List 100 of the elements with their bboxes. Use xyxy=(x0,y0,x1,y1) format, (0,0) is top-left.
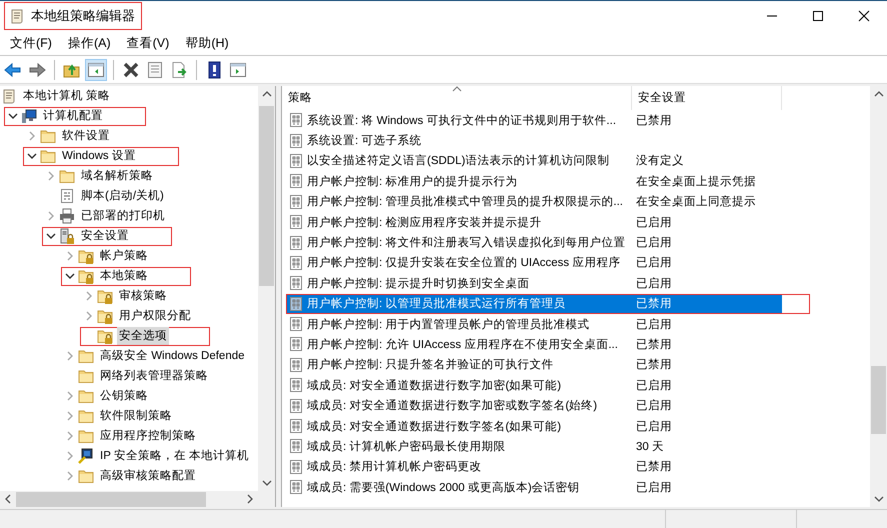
back-arrow-icon xyxy=(4,60,22,78)
policy-icon xyxy=(288,194,304,210)
tree-item[interactable]: 计算机配置 xyxy=(41,107,105,125)
locked-folder-icon xyxy=(97,288,113,304)
policy-icon xyxy=(288,458,304,475)
tree-item[interactable]: IP 安全策略，在 本地计算机 xyxy=(98,447,252,465)
policy-cell[interactable]: 用户帐户控制: 用于内置管理员帐户的管理员批准模式 xyxy=(286,314,632,334)
vertical-scrollbar[interactable] xyxy=(870,86,887,507)
tree-item[interactable]: 已部署的打印机 xyxy=(79,207,167,225)
pane-icon xyxy=(229,60,247,78)
collapse-chevron-icon[interactable] xyxy=(46,231,56,241)
expand-chevron-icon[interactable] xyxy=(65,431,75,441)
expand-chevron-icon[interactable] xyxy=(84,311,94,321)
policy-name: 域成员: 对安全通道数据进行数字加密(如果可能) xyxy=(307,378,562,393)
tree-item[interactable]: 网络列表管理器策略 xyxy=(98,367,210,385)
expand-chevron-icon[interactable] xyxy=(46,171,56,181)
tree-item[interactable]: 公钥策略 xyxy=(98,387,150,405)
policy-cell[interactable]: 域成员: 对安全通道数据进行数字加密(如果可能) xyxy=(286,376,632,395)
expand-chevron-icon[interactable] xyxy=(65,411,75,421)
folder-icon xyxy=(78,468,94,484)
setting-cell-text: 已启用 xyxy=(635,480,673,496)
tree-item[interactable]: 本地计算机 策略 xyxy=(21,87,112,105)
monitor-key-icon xyxy=(78,448,94,464)
tree-item[interactable]: 软件设置 xyxy=(60,127,112,145)
policy-cell[interactable]: 域成员: 禁用计算机帐户密码更改 xyxy=(286,457,632,476)
pane-toggle-icon xyxy=(87,60,105,78)
folder-icon xyxy=(78,408,94,424)
tree-item[interactable]: 安全设置 xyxy=(79,227,131,245)
policy-cell[interactable]: 用户帐户控制: 只提升签名并验证的可执行文件 xyxy=(286,355,632,374)
policy-cell[interactable]: 用户帐户控制: 仅提升安装在安全位置的 UIAccess 应用程序 xyxy=(286,253,632,272)
collapse-chevron-icon[interactable] xyxy=(27,151,37,161)
policy-cell[interactable]: 用户帐户控制: 允许 UIAccess 应用程序在不使用安全桌面... xyxy=(286,334,632,354)
scroll-icon xyxy=(1,88,17,104)
policy-name: 域成员: 计算机帐户密码最长使用期限 xyxy=(307,439,506,454)
policy-cell[interactable]: 系统设置: 可选子系统 xyxy=(286,131,632,150)
scroll-icon xyxy=(9,8,25,24)
setting-cell-text: 已启用 xyxy=(635,378,673,394)
policy-name: 用户帐户控制: 将文件和注册表写入错误虚拟化到每用户位置 xyxy=(307,235,626,250)
policy-icon xyxy=(288,152,304,169)
menu-item[interactable]: 帮助(H) xyxy=(177,34,237,52)
expand-chevron-icon[interactable] xyxy=(27,131,37,141)
tree-item[interactable]: 本地策略 xyxy=(98,267,150,285)
expand-chevron-icon[interactable] xyxy=(65,391,75,401)
menu-item[interactable]: 查看(V) xyxy=(118,34,178,52)
policy-icon xyxy=(288,234,304,251)
setting-cell-text: 已禁用 xyxy=(635,358,673,374)
policy-cell[interactable]: 用户帐户控制: 标准用户的提升提示行为 xyxy=(286,172,632,191)
tree-item[interactable]: 脚本(启动/关机) xyxy=(79,187,166,205)
policy-name: 域成员: 需要强(Windows 2000 或更高版本)会话密钥 xyxy=(307,480,580,495)
policy-cell[interactable]: 用户帐户控制: 以管理员批准模式运行所有管理员 xyxy=(286,294,632,314)
policy-name: 用户帐户控制: 提示提升时切换到安全桌面 xyxy=(307,276,530,291)
tree-item[interactable]: 高级安全 Windows Defende xyxy=(98,347,247,365)
expand-chevron-icon[interactable] xyxy=(65,471,75,481)
policy-cell[interactable]: 以安全描述符定义语言(SDDL)语法表示的计算机访问限制 xyxy=(286,151,632,170)
policy-icon xyxy=(288,112,304,128)
policy-name: 用户帐户控制: 仅提升安装在安全位置的 UIAccess 应用程序 xyxy=(307,255,620,270)
collapse-chevron-icon[interactable] xyxy=(8,111,18,121)
locked-folder-icon xyxy=(78,248,94,264)
tree-item[interactable]: 用户权限分配 xyxy=(117,307,193,325)
policy-cell[interactable]: 用户帐户控制: 检测应用程序安装并提示提升 xyxy=(286,212,632,232)
tree-item[interactable]: 安全选项 xyxy=(117,327,169,345)
policy-cell[interactable]: 用户帐户控制: 将文件和注册表写入错误虚拟化到每用户位置 xyxy=(286,233,632,252)
policy-name: 域成员: 对安全通道数据进行数字签名(如果可能) xyxy=(307,419,562,434)
policy-cell[interactable]: 域成员: 对安全通道数据进行数字签名(如果可能) xyxy=(286,416,632,436)
policy-icon xyxy=(288,296,304,312)
collapse-chevron-icon[interactable] xyxy=(65,271,75,281)
tree-item[interactable]: 帐户策略 xyxy=(98,247,150,265)
expand-chevron-icon[interactable] xyxy=(65,351,75,361)
export-list-icon xyxy=(170,60,188,78)
policy-name: 用户帐户控制: 标准用户的提升提示行为 xyxy=(307,174,518,189)
tree-item[interactable]: 域名解析策略 xyxy=(79,167,155,185)
tree-item[interactable]: 高级审核策略配置 xyxy=(98,467,198,485)
expand-chevron-icon[interactable] xyxy=(46,211,56,221)
setting-cell-text: 已禁用 xyxy=(635,338,673,353)
policy-cell[interactable]: 域成员: 计算机帐户密码最长使用期限 xyxy=(286,436,632,456)
expand-chevron-icon[interactable] xyxy=(84,291,94,301)
policy-cell[interactable]: 用户帐户控制: 管理员批准模式中管理员的提升权限提示的... xyxy=(286,192,632,212)
scroll-thumb[interactable] xyxy=(16,492,206,506)
expand-chevron-icon[interactable] xyxy=(65,251,75,261)
policy-name: 用户帐户控制: 只提升签名并验证的可执行文件 xyxy=(307,357,554,372)
menu-item[interactable]: 文件(F) xyxy=(2,34,60,52)
folder-icon xyxy=(78,348,94,364)
locked-folder-icon xyxy=(78,268,94,284)
policy-cell[interactable]: 用户帐户控制: 提示提升时切换到安全桌面 xyxy=(286,274,632,293)
scroll-thumb[interactable] xyxy=(259,106,274,286)
policy-cell[interactable]: 域成员: 需要强(Windows 2000 或更高版本)会话密钥 xyxy=(286,478,632,497)
horizontal-scrollbar[interactable] xyxy=(0,491,275,507)
tree-item[interactable]: 审核策略 xyxy=(117,287,169,305)
tree-item[interactable]: 软件限制策略 xyxy=(98,407,174,425)
setting-cell-text: 已启用 xyxy=(635,236,673,252)
tree-item[interactable]: Windows 设置 xyxy=(60,147,138,165)
expand-chevron-icon[interactable] xyxy=(65,451,75,461)
policy-cell[interactable]: 系统设置: 将 Windows 可执行文件中的证书规则用于软件... xyxy=(286,110,632,130)
vertical-scrollbar[interactable] xyxy=(258,86,275,491)
policy-cell[interactable]: 域成员: 对安全通道数据进行数字加密或数字签名(始终) xyxy=(286,396,632,416)
setting-cell-text: 已启用 xyxy=(635,216,673,231)
menu-item[interactable]: 操作(A) xyxy=(60,34,119,52)
tree-item[interactable]: 应用程序控制策略 xyxy=(98,427,198,445)
setting-cell-text: 已启用 xyxy=(635,276,673,292)
scroll-thumb[interactable] xyxy=(871,366,886,434)
